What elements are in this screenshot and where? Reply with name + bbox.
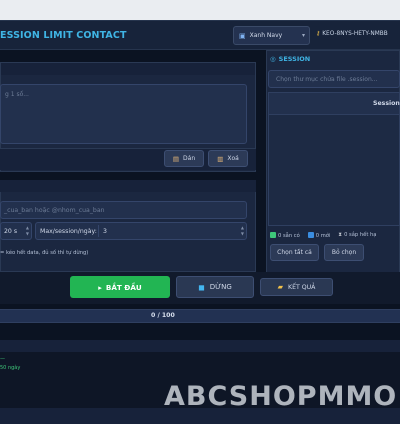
session-table-header: Session	[269, 93, 400, 115]
deselect-button[interactable]: Bỏ chọn	[324, 244, 364, 261]
stat-ready: 0 sẵn có	[270, 232, 300, 239]
spin-arrows-icon[interactable]: ▲ ▼	[26, 225, 29, 237]
list-textarea[interactable]: g 1 số...	[0, 84, 247, 144]
license-key: KEO-8NYS-HETY-NMBB	[322, 31, 388, 37]
paste-button-label: Dán	[183, 155, 196, 162]
delay-value: 20 s	[4, 227, 18, 235]
browser-strip	[0, 0, 400, 20]
stat-new: 0 mới	[307, 232, 331, 239]
stop-button[interactable]: ◼ DỪNG	[176, 276, 254, 298]
max-session-value: 3	[103, 227, 107, 235]
folder-icon: ▰	[277, 283, 284, 291]
chevron-down-icon: ▾	[301, 32, 305, 39]
progress-text: 0 / 100	[151, 312, 175, 319]
session-title-text: SESSION	[278, 55, 311, 63]
stat-ready-text: 0 sẵn có	[278, 233, 300, 239]
new-icon	[307, 232, 314, 238]
clipboard-icon: ▤	[172, 154, 180, 163]
hint-text: = kéo hết data, đủ số thì tự dừng)	[0, 250, 89, 256]
spin-arrows-icon[interactable]: ▲ ▼	[241, 225, 244, 237]
select-all-button[interactable]: Chọn tất cả	[270, 244, 319, 261]
delete-button[interactable]: ▥ Xoá	[208, 150, 248, 167]
max-session-label: Max/session/ngày:	[40, 227, 97, 235]
play-icon: ▸	[98, 282, 102, 292]
session-column-header[interactable]: Session	[373, 100, 400, 107]
check-icon	[270, 232, 276, 238]
theme-select-value: Xanh Navy	[249, 32, 283, 39]
target-input[interactable]: _cua_ban hoặc @nhom_cua_ban	[0, 201, 247, 219]
list-panel-header	[1, 63, 255, 75]
log-header	[0, 340, 400, 352]
watermark: ABCSHOPMMO	[164, 381, 398, 412]
session-title: ◎ SESSION	[270, 55, 310, 63]
app-title: ESSION LIMIT CONTACT	[0, 30, 127, 41]
palette-icon: ▣	[239, 31, 246, 40]
stop-button-label: DỪNG	[209, 283, 232, 291]
target-panel-header	[0, 180, 256, 192]
start-button-label: BẮT ĐẦU	[105, 282, 142, 292]
delay-spinbox[interactable]: 20 s ▲ ▼	[0, 222, 32, 240]
paste-button[interactable]: ▤ Dán	[164, 150, 204, 167]
session-table: Session	[268, 92, 400, 226]
log-line: —	[0, 356, 5, 362]
stat-expiring: ⧗ 0 sắp hết hạ	[338, 232, 376, 239]
stat-expiring-text: 0 sắp hết hạ	[344, 232, 377, 238]
folder-input[interactable]: Chọn thư mục chứa file .session...	[268, 70, 400, 88]
result-button-label: KẾT QUẢ	[288, 283, 316, 291]
progress-bar	[0, 309, 400, 323]
session-stats: 0 sẵn có 0 mới ⧗ 0 sắp hết hạ	[270, 232, 376, 239]
license-info: ⚷ KEO-8NYS-HETY-NMBB	[316, 31, 388, 37]
theme-select[interactable]: ▣ Xanh Navy ▾	[233, 26, 310, 45]
start-button[interactable]: ▸ BẮT ĐẦU	[70, 276, 170, 298]
max-session-field[interactable]: Max/session/ngày: 3 ▲ ▼	[35, 222, 247, 240]
stop-icon: ◼	[198, 282, 205, 292]
hourglass-icon: ⧗	[338, 232, 343, 238]
key-icon: ⚷	[316, 31, 321, 37]
stat-new-text: 0 mới	[315, 233, 331, 239]
app-header: ESSION LIMIT CONTACT ▣ Xanh Navy ▾ ⚷ KEO-…	[0, 20, 400, 50]
log-line: 50 ngày	[0, 365, 21, 371]
globe-icon: ◎	[270, 55, 276, 63]
trash-icon: ▥	[217, 154, 224, 163]
delete-button-label: Xoá	[227, 155, 239, 162]
result-button[interactable]: ▰ KẾT QUẢ	[260, 278, 333, 296]
